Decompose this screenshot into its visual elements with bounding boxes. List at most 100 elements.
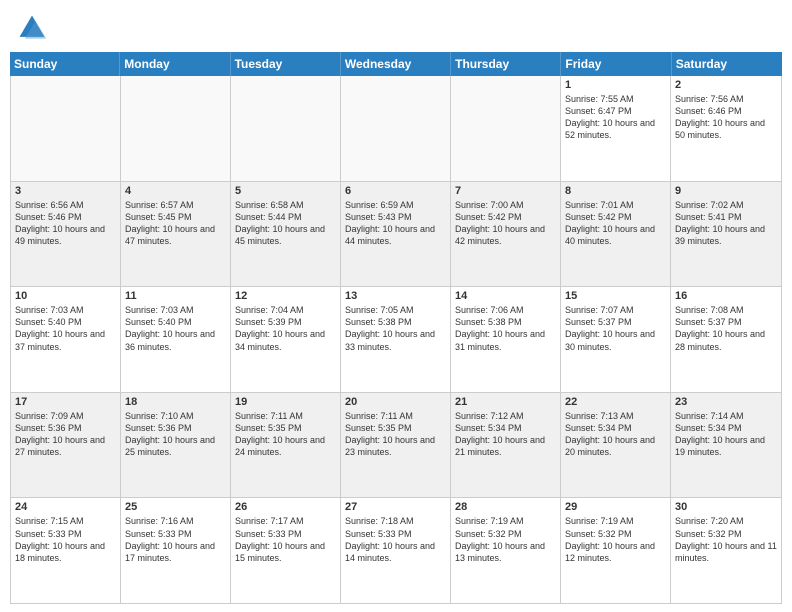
cell-info: Sunrise: 7:16 AMSunset: 5:33 PMDaylight:… (125, 515, 226, 564)
calendar-cell: 17 Sunrise: 7:09 AMSunset: 5:36 PMDayligh… (11, 393, 121, 498)
day-number: 19 (235, 396, 336, 408)
day-number: 13 (345, 290, 446, 302)
cell-info: Sunrise: 7:19 AMSunset: 5:32 PMDaylight:… (565, 515, 666, 564)
day-number: 18 (125, 396, 226, 408)
calendar-cell: 21 Sunrise: 7:12 AMSunset: 5:34 PMDayligh… (451, 393, 561, 498)
cell-info: Sunrise: 7:02 AMSunset: 5:41 PMDaylight:… (675, 199, 777, 248)
cell-info: Sunrise: 7:11 AMSunset: 5:35 PMDaylight:… (235, 410, 336, 459)
calendar-cell (341, 76, 451, 181)
day-number: 27 (345, 501, 446, 513)
cell-info: Sunrise: 7:04 AMSunset: 5:39 PMDaylight:… (235, 304, 336, 353)
cell-info: Sunrise: 7:20 AMSunset: 5:32 PMDaylight:… (675, 515, 777, 564)
calendar-cell: 6 Sunrise: 6:59 AMSunset: 5:43 PMDaylight… (341, 182, 451, 287)
cell-info: Sunrise: 7:03 AMSunset: 5:40 PMDaylight:… (125, 304, 226, 353)
cell-info: Sunrise: 7:07 AMSunset: 5:37 PMDaylight:… (565, 304, 666, 353)
cell-info: Sunrise: 6:57 AMSunset: 5:45 PMDaylight:… (125, 199, 226, 248)
cell-info: Sunrise: 6:56 AMSunset: 5:46 PMDaylight:… (15, 199, 116, 248)
cell-info: Sunrise: 7:11 AMSunset: 5:35 PMDaylight:… (345, 410, 446, 459)
header (0, 0, 792, 52)
calendar-cell: 25Sunrise: 7:16 AMSunset: 5:33 PMDayligh… (121, 498, 231, 603)
day-number: 20 (345, 396, 446, 408)
calendar-cell: 12 Sunrise: 7:04 AMSunset: 5:39 PMDayligh… (231, 287, 341, 392)
calendar-cell: 24Sunrise: 7:15 AMSunset: 5:33 PMDayligh… (11, 498, 121, 603)
calendar-cell (451, 76, 561, 181)
cell-info: Sunrise: 7:15 AMSunset: 5:33 PMDaylight:… (15, 515, 116, 564)
calendar-cell: 3 Sunrise: 6:56 AMSunset: 5:46 PMDaylight… (11, 182, 121, 287)
day-number: 1 (565, 79, 666, 91)
day-number: 16 (675, 290, 777, 302)
weekday-header: Monday (120, 52, 230, 76)
cell-info: Sunrise: 7:10 AMSunset: 5:36 PMDaylight:… (125, 410, 226, 459)
calendar-row: 17 Sunrise: 7:09 AMSunset: 5:36 PMDayligh… (11, 393, 781, 499)
calendar-cell: 8 Sunrise: 7:01 AMSunset: 5:42 PMDaylight… (561, 182, 671, 287)
calendar-cell: 30 Sunrise: 7:20 AMSunset: 5:32 PMDayligh… (671, 498, 781, 603)
calendar-row: 3 Sunrise: 6:56 AMSunset: 5:46 PMDaylight… (11, 182, 781, 288)
calendar-row: 1 Sunrise: 7:55 AMSunset: 6:47 PMDaylight… (11, 76, 781, 182)
day-number: 23 (675, 396, 777, 408)
day-number: 17 (15, 396, 116, 408)
cell-info: Sunrise: 7:01 AMSunset: 5:42 PMDaylight:… (565, 199, 666, 248)
calendar-cell: 27 Sunrise: 7:18 AMSunset: 5:33 PMDayligh… (341, 498, 451, 603)
cell-info: Sunrise: 7:18 AMSunset: 5:33 PMDaylight:… (345, 515, 446, 564)
weekday-header: Friday (561, 52, 671, 76)
cell-info: Sunrise: 7:05 AMSunset: 5:38 PMDaylight:… (345, 304, 446, 353)
day-number: 21 (455, 396, 556, 408)
day-number: 6 (345, 185, 446, 197)
day-number: 2 (675, 79, 777, 91)
cell-info: Sunrise: 7:09 AMSunset: 5:36 PMDaylight:… (15, 410, 116, 459)
cell-info: Sunrise: 7:14 AMSunset: 5:34 PMDaylight:… (675, 410, 777, 459)
cell-info: Sunrise: 7:19 AMSunset: 5:32 PMDaylight:… (455, 515, 556, 564)
cell-info: Sunrise: 7:03 AMSunset: 5:40 PMDaylight:… (15, 304, 116, 353)
day-number: 11 (125, 290, 226, 302)
day-number: 22 (565, 396, 666, 408)
weekday-header: Thursday (451, 52, 561, 76)
weekday-header: Saturday (672, 52, 782, 76)
weekday-header: Sunday (10, 52, 120, 76)
cell-info: Sunrise: 7:00 AMSunset: 5:42 PMDaylight:… (455, 199, 556, 248)
calendar-header: SundayMondayTuesdayWednesdayThursdayFrid… (10, 52, 782, 76)
calendar-row: 10 Sunrise: 7:03 AMSunset: 5:40 PMDayligh… (11, 287, 781, 393)
calendar-cell: 7 Sunrise: 7:00 AMSunset: 5:42 PMDaylight… (451, 182, 561, 287)
calendar-cell: 9 Sunrise: 7:02 AMSunset: 5:41 PMDaylight… (671, 182, 781, 287)
logo (16, 12, 52, 44)
day-number: 3 (15, 185, 116, 197)
calendar-cell: 5Sunrise: 6:58 AMSunset: 5:44 PMDaylight… (231, 182, 341, 287)
cell-info: Sunrise: 7:17 AMSunset: 5:33 PMDaylight:… (235, 515, 336, 564)
cell-info: Sunrise: 7:56 AMSunset: 6:46 PMDaylight:… (675, 93, 777, 142)
calendar-cell: 26Sunrise: 7:17 AMSunset: 5:33 PMDayligh… (231, 498, 341, 603)
calendar-cell: 13 Sunrise: 7:05 AMSunset: 5:38 PMDayligh… (341, 287, 451, 392)
day-number: 30 (675, 501, 777, 513)
day-number: 15 (565, 290, 666, 302)
calendar-cell: 15 Sunrise: 7:07 AMSunset: 5:37 PMDayligh… (561, 287, 671, 392)
calendar-cell (121, 76, 231, 181)
cell-info: Sunrise: 7:55 AMSunset: 6:47 PMDaylight:… (565, 93, 666, 142)
calendar-cell: 19 Sunrise: 7:11 AMSunset: 5:35 PMDayligh… (231, 393, 341, 498)
day-number: 14 (455, 290, 556, 302)
day-number: 12 (235, 290, 336, 302)
calendar-cell: 18 Sunrise: 7:10 AMSunset: 5:36 PMDayligh… (121, 393, 231, 498)
cell-info: Sunrise: 7:12 AMSunset: 5:34 PMDaylight:… (455, 410, 556, 459)
weekday-header: Tuesday (231, 52, 341, 76)
day-number: 10 (15, 290, 116, 302)
page: SundayMondayTuesdayWednesdayThursdayFrid… (0, 0, 792, 612)
cell-info: Sunrise: 7:06 AMSunset: 5:38 PMDaylight:… (455, 304, 556, 353)
calendar-body: 1 Sunrise: 7:55 AMSunset: 6:47 PMDaylight… (10, 76, 782, 604)
calendar-cell: 1 Sunrise: 7:55 AMSunset: 6:47 PMDaylight… (561, 76, 671, 181)
day-number: 7 (455, 185, 556, 197)
weekday-header: Wednesday (341, 52, 451, 76)
calendar-cell: 14 Sunrise: 7:06 AMSunset: 5:38 PMDayligh… (451, 287, 561, 392)
day-number: 4 (125, 185, 226, 197)
calendar-cell: 22 Sunrise: 7:13 AMSunset: 5:34 PMDayligh… (561, 393, 671, 498)
cell-info: Sunrise: 6:59 AMSunset: 5:43 PMDaylight:… (345, 199, 446, 248)
cell-info: Sunrise: 6:58 AMSunset: 5:44 PMDaylight:… (235, 199, 336, 248)
calendar-cell: 2 Sunrise: 7:56 AMSunset: 6:46 PMDaylight… (671, 76, 781, 181)
cell-info: Sunrise: 7:13 AMSunset: 5:34 PMDaylight:… (565, 410, 666, 459)
calendar-cell (11, 76, 121, 181)
day-number: 8 (565, 185, 666, 197)
calendar-cell: 28Sunrise: 7:19 AMSunset: 5:32 PMDayligh… (451, 498, 561, 603)
calendar: SundayMondayTuesdayWednesdayThursdayFrid… (0, 52, 792, 612)
day-number: 9 (675, 185, 777, 197)
calendar-cell (231, 76, 341, 181)
logo-icon (16, 12, 48, 44)
calendar-cell: 16Sunrise: 7:08 AMSunset: 5:37 PMDayligh… (671, 287, 781, 392)
